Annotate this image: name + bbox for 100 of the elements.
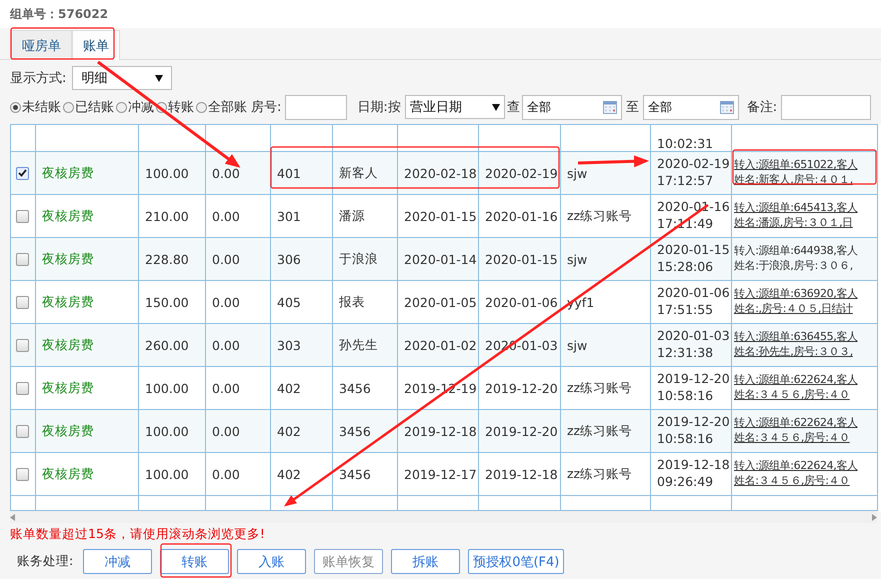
table-cell: 0.00: [212, 424, 240, 438]
table-cell: sjw: [567, 166, 588, 180]
row-checkbox[interactable]: [16, 382, 29, 394]
row-checkbox[interactable]: [16, 338, 29, 352]
table-cell: 2020-02-19: [485, 166, 558, 180]
table-cell: 2020-01-15 15:28:06: [657, 242, 731, 276]
table-cell: 210.00: [145, 208, 189, 224]
radio-option[interactable]: 全部账: [196, 98, 247, 116]
scroll-right-icon[interactable]: [872, 514, 877, 520]
table-cell: 402: [277, 466, 301, 482]
table-cell: 3456: [339, 380, 371, 396]
action-button[interactable]: 冲减: [83, 549, 152, 574]
table-cell: sjw: [567, 338, 588, 352]
table-cell: 夜核房费: [42, 164, 94, 180]
table-cell: 100.00: [145, 166, 189, 180]
tab[interactable]: 哑房单: [11, 30, 72, 60]
table-cell: 100.00: [145, 380, 189, 396]
display-mode-dropdown[interactable]: 明细: [72, 66, 172, 90]
table-cell: 228.80: [145, 252, 189, 266]
table-cell: 2020-01-06: [485, 294, 558, 310]
radio-option[interactable]: 已结账: [63, 98, 114, 116]
table-cell: 孙先生: [339, 336, 378, 352]
row-checkbox[interactable]: [16, 210, 29, 222]
table-cell: 2020-01-05: [404, 294, 477, 310]
table-cell: 2019-12-20: [485, 424, 558, 438]
to-label: 至: [624, 99, 640, 116]
table-cell: 401: [277, 166, 301, 180]
from-date-field[interactable]: 全部: [522, 94, 622, 120]
table-cell: 夜核房费: [42, 208, 94, 222]
table-cell: 潘源: [339, 208, 365, 222]
row-checkbox[interactable]: [16, 468, 29, 480]
table-cell: sjw: [567, 252, 588, 266]
table-cell: 于浪浪: [339, 250, 378, 266]
from-label: 查: [506, 99, 520, 116]
scroll-left-icon[interactable]: [10, 514, 15, 520]
row-checkbox[interactable]: [16, 424, 29, 438]
table-cell: 2020-01-03 12:31:38: [657, 328, 731, 362]
action-button[interactable]: 入账: [237, 549, 306, 574]
table-cell: 402: [277, 424, 301, 438]
table-cell: 报表: [339, 294, 365, 308]
table-cell: 0.00: [212, 252, 240, 266]
table-cell: 0.00: [212, 294, 240, 310]
calendar-icon[interactable]: [720, 100, 734, 114]
table-cell: 2020-01-15: [404, 208, 477, 224]
radio-option[interactable]: 转账: [156, 98, 194, 116]
table-cell: zz练习账号: [567, 466, 632, 480]
table-cell: 夜核房费: [42, 336, 94, 352]
row-checkbox[interactable]: [16, 252, 29, 266]
horizontal-scrollbar[interactable]: [10, 511, 877, 523]
room-label: 房号:: [250, 99, 282, 116]
table-cell: 夜核房费: [42, 250, 94, 266]
tab[interactable]: 账单: [72, 30, 120, 60]
table-cell: 3456: [339, 424, 371, 438]
table-cell: 303: [277, 338, 301, 352]
row-checkbox[interactable]: [16, 166, 29, 180]
row-checkbox[interactable]: [16, 296, 29, 308]
radio-option[interactable]: 未结账: [10, 98, 61, 116]
table-cell: 260.00: [145, 338, 189, 352]
table-cell: 2019-12-20: [485, 380, 558, 396]
table-cell: 新客人: [339, 164, 378, 180]
table-cell: 2020-01-16: [485, 208, 558, 224]
table-cell: 2020-01-14: [404, 252, 477, 266]
table-cell: 夜核房费: [42, 294, 94, 308]
table-cell: 0.00: [212, 338, 240, 352]
table-cell: 150.00: [145, 294, 189, 310]
to-date-field[interactable]: 全部: [642, 94, 739, 120]
table-cell: 0.00: [212, 208, 240, 224]
table-cell: 3456: [339, 466, 371, 482]
action-button[interactable]: 预授权0笔(F4): [468, 549, 564, 574]
date-label: 日期:按: [356, 99, 402, 116]
room-field[interactable]: [285, 94, 348, 120]
table-cell: 306: [277, 252, 301, 266]
action-button[interactable]: 拆账: [391, 549, 460, 574]
table-cell: 2019-12-18: [404, 424, 477, 438]
table-cell: zz练习账号: [567, 208, 632, 222]
table-cell: 402: [277, 380, 301, 396]
table-cell: 100.00: [145, 466, 189, 482]
display-mode-label: 显示方式:: [10, 70, 66, 87]
table-cell: 夜核房费: [42, 380, 94, 394]
remark-label: 备注:: [746, 99, 778, 116]
table-cell: 0.00: [212, 380, 240, 396]
table-cell: 2019-12-17: [404, 466, 477, 482]
date-basis-dropdown[interactable]: 营业日期: [404, 95, 505, 119]
table-cell: 405: [277, 294, 301, 310]
table-cell: 夜核房费: [42, 466, 94, 480]
table-cell: 2020-01-15: [485, 252, 558, 266]
remark-field[interactable]: [781, 94, 872, 120]
table-cell: 夜核房费: [42, 422, 94, 438]
table-cell: 2019-12-18: [485, 466, 558, 482]
table-cell: 0.00: [212, 466, 240, 482]
table-cell: 301: [277, 208, 301, 224]
actions-label: 账务处理:: [17, 553, 74, 570]
table-cell: zz练习账号: [567, 422, 632, 438]
action-button[interactable]: 转账: [160, 549, 230, 574]
highlight-frame: [160, 543, 232, 578]
arrow: [578, 155, 649, 168]
table-cell: 2019-12-18 09:26:49: [657, 457, 731, 491]
table-cell: 2020-02-18: [404, 166, 477, 180]
calendar-icon[interactable]: [602, 100, 617, 114]
table-cell: 2020-01-02: [404, 338, 477, 352]
